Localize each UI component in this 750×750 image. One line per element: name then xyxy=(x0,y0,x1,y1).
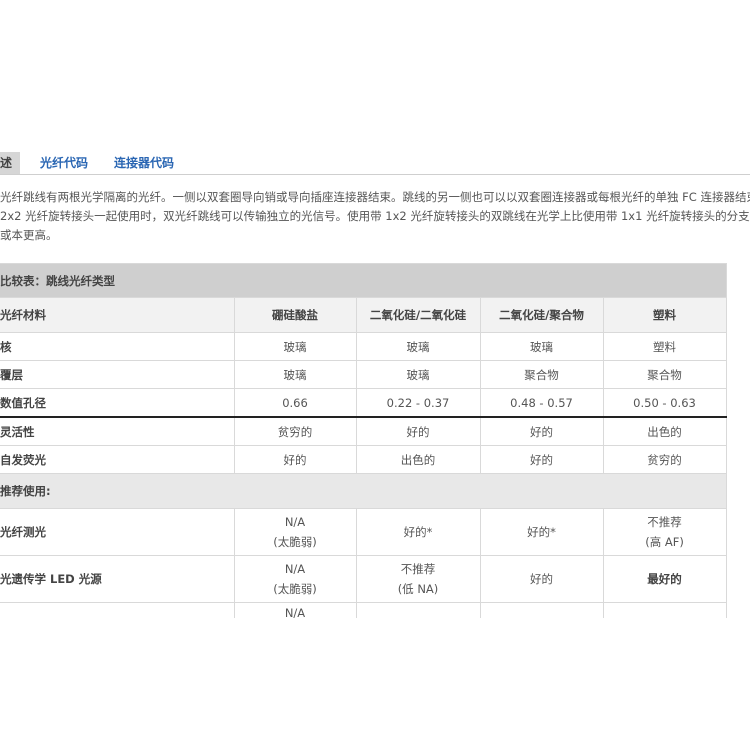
cell-line: (太脆弱) xyxy=(273,535,317,549)
table-cell: 玻璃 xyxy=(479,332,604,361)
intro-paragraph: 光纤跳线有两根光学隔离的光纤。一侧以双套圈导向销或导向插座连接器结束。跳线的另一… xyxy=(0,188,750,245)
table-cell: N/A (太脆弱) xyxy=(233,555,357,603)
table-cell: 0.22 - 0.37 xyxy=(355,388,481,418)
table-cell: 聚合物 xyxy=(602,360,727,389)
intro-line: 2x2 光纤旋转接头一起使用时，双光纤跳线可以传输独立的光信号。使用带 1x2 … xyxy=(0,209,750,223)
table-cell: 0.50 - 0.63 xyxy=(602,388,727,418)
comparison-table: 比较表：跳线光纤类型 光纤材料 硼硅酸盐 二氧化硅/二氧化硅 二氧化硅/聚合物 … xyxy=(0,263,727,624)
table-cell: N/A (太脆弱) xyxy=(233,508,357,556)
table-row: 光纤测光 N/A (太脆弱) 好的* 好的* 不推荐 (高 AF) xyxy=(0,508,727,556)
tab-description[interactable]: 述 xyxy=(0,152,21,174)
row-label: 数值孔径 xyxy=(0,388,235,418)
table-cell: 不推荐 (低 NA) xyxy=(355,555,481,603)
table-cell: 好的* xyxy=(479,508,604,556)
cell-line: 不推荐 xyxy=(400,562,436,576)
table-cell: 好的 xyxy=(479,416,604,446)
tab-connector-code-label: 连接器代码 xyxy=(114,156,175,170)
cell-line: (太脆弱) xyxy=(273,582,317,596)
intro-line: 光纤跳线有两根光学隔离的光纤。一侧以双套圈导向销或导向插座连接器结束。跳线的另一… xyxy=(0,190,750,204)
intro-line: 或本更高。 xyxy=(0,228,58,242)
table-header-row: 光纤材料 硼硅酸盐 二氧化硅/二氧化硅 二氧化硅/聚合物 塑料 xyxy=(0,297,727,333)
table-cell: 最好的 xyxy=(602,555,727,603)
tab-connector-code[interactable]: 连接器代码 xyxy=(114,152,174,174)
table-row: 核 玻璃 玻璃 玻璃 塑料 xyxy=(0,332,727,361)
cell-line: N/A xyxy=(284,562,306,576)
tab-fiber-code-label: 光纤代码 xyxy=(40,156,89,170)
viewport-mask xyxy=(0,618,750,750)
column-header: 硼硅酸盐 xyxy=(233,297,357,333)
cell-line: N/A xyxy=(284,515,306,529)
table-cell: 聚合物 xyxy=(479,360,604,389)
row-label: 光纤测光 xyxy=(0,508,235,556)
row-label: 覆层 xyxy=(0,360,235,389)
table-cell: 不推荐 (高 AF) xyxy=(602,508,727,556)
table-row: 覆层 玻璃 玻璃 聚合物 聚合物 xyxy=(0,360,727,389)
table-cell: 0.66 xyxy=(233,388,357,418)
table-cell: 出色的 xyxy=(355,445,481,474)
table-row: 自发荧光 好的 出色的 好的 贫穷的 xyxy=(0,445,727,474)
table-cell: 出色的 xyxy=(602,416,727,446)
column-header: 二氧化硅/二氧化硅 xyxy=(355,297,481,333)
table-cell: 好的 xyxy=(479,445,604,474)
cell-line: 好的* xyxy=(403,525,433,539)
table-cell: 贫穷的 xyxy=(233,416,357,446)
table-cell: 玻璃 xyxy=(233,360,357,389)
table-cell: 好的 xyxy=(355,416,481,446)
table-cell: 玻璃 xyxy=(355,360,481,389)
cell-line: (高 AF) xyxy=(645,535,684,549)
table-cell: 好的 xyxy=(479,555,604,603)
cell-line: (低 NA) xyxy=(397,582,439,596)
table-caption-row: 比较表：跳线光纤类型 xyxy=(0,263,727,298)
table-row: 灵活性 贫穷的 好的 好的 出色的 xyxy=(0,416,727,446)
table-caption: 比较表：跳线光纤类型 xyxy=(0,263,727,298)
table-cell: 好的 xyxy=(233,445,357,474)
table-cell: 塑料 xyxy=(602,332,727,361)
table-row: 数值孔径 0.66 0.22 - 0.37 0.48 - 0.57 0.50 -… xyxy=(0,388,727,418)
cell-line: 好的* xyxy=(527,525,556,539)
table-cell: 0.48 - 0.57 xyxy=(479,388,604,418)
column-header: 二氧化硅/聚合物 xyxy=(479,297,604,333)
table-cell: 好的* xyxy=(355,508,481,556)
column-header: 光纤材料 xyxy=(0,297,235,333)
column-header: 塑料 xyxy=(602,297,727,333)
tab-bar: 述 光纤代码 连接器代码 xyxy=(0,152,750,175)
cell-line: 好的 xyxy=(530,572,553,586)
tab-description-label: 述 xyxy=(0,156,13,170)
cell-line: 最好的 xyxy=(647,572,682,586)
row-label: 灵活性 xyxy=(0,416,235,446)
row-label: 自发荧光 xyxy=(0,445,235,474)
table-cell: 贫穷的 xyxy=(602,445,727,474)
tab-fiber-code[interactable]: 光纤代码 xyxy=(40,152,88,174)
cell-line: 不推荐 xyxy=(647,515,682,529)
table-cell: 玻璃 xyxy=(233,332,357,361)
table-section-row: 推荐使用: xyxy=(0,473,727,509)
table-section-title: 推荐使用: xyxy=(0,473,727,509)
table-cell: 玻璃 xyxy=(355,332,481,361)
row-label: 光遗传学 LED 光源 xyxy=(0,555,235,603)
row-label: 核 xyxy=(0,332,235,361)
table-row: 光遗传学 LED 光源 N/A (太脆弱) 不推荐 (低 NA) 好的 最好的 xyxy=(0,555,727,603)
